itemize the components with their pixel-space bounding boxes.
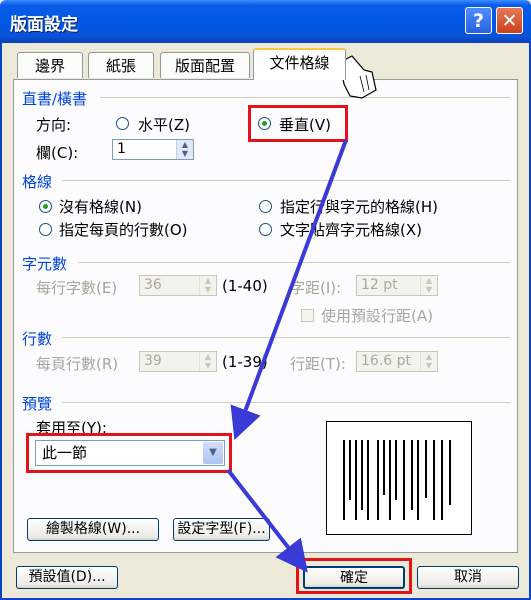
lines-per-page-count-label: 每頁行數(R) bbox=[36, 355, 119, 373]
draw-grid-button[interactable]: 繪製格線(W)... bbox=[27, 518, 159, 541]
spin-arrows-icon[interactable]: ▲ ▼ bbox=[176, 140, 193, 159]
tab-paper[interactable]: 紙張 bbox=[88, 52, 154, 78]
window-title: 版面設定 bbox=[10, 15, 78, 35]
ok-highlight-box bbox=[296, 558, 412, 594]
spin-arrows-icon[interactable]: ▲ ▼ bbox=[199, 352, 216, 371]
close-button[interactable]: ✕ bbox=[496, 7, 523, 34]
group-divider bbox=[100, 97, 510, 98]
snap-to-chars-label[interactable]: 文字貼齊字元格線(X) bbox=[280, 219, 422, 240]
cancel-button[interactable]: 取消 bbox=[417, 566, 519, 589]
vertical-highlight-box bbox=[248, 105, 348, 142]
tab-layout[interactable]: 版面配置 bbox=[160, 52, 250, 78]
chars-per-line-range: (1-40) bbox=[222, 277, 268, 295]
default-pitch-checkbox[interactable] bbox=[301, 309, 314, 322]
columns-stepper[interactable]: 1 ▲ ▼ bbox=[112, 139, 194, 160]
grid-group-title: 格線 bbox=[22, 173, 53, 191]
set-font-button[interactable]: 設定字型(F)... bbox=[173, 518, 270, 541]
default-pitch-label[interactable]: 使用預設行距(A) bbox=[321, 305, 433, 326]
horizontal-radio[interactable] bbox=[116, 117, 129, 130]
char-pitch-value: 12 pt bbox=[361, 277, 398, 293]
tab-document-grid[interactable]: 文件格線 bbox=[253, 48, 346, 80]
spin-arrows-icon[interactable]: ▲ ▼ bbox=[420, 276, 437, 295]
columns-label: 欄(C): bbox=[36, 144, 79, 162]
group-divider bbox=[62, 337, 510, 338]
chars-per-line-label: 每行字數(E) bbox=[36, 279, 118, 297]
apply-to-highlight-box bbox=[26, 433, 232, 473]
lines-per-page-range: (1-39) bbox=[222, 353, 268, 371]
columns-value: 1 bbox=[117, 141, 126, 157]
help-button[interactable]: ? bbox=[465, 7, 492, 34]
lines-per-page-radio[interactable] bbox=[39, 223, 52, 236]
lines-group-title: 行數 bbox=[22, 330, 53, 348]
default-button[interactable]: 預設值(D)... bbox=[16, 566, 118, 589]
horizontal-label[interactable]: 水平(Z) bbox=[138, 114, 190, 135]
title-bar: 版面設定 ? ✕ bbox=[0, 0, 531, 43]
direction-label: 方向: bbox=[36, 116, 72, 134]
line-pitch-value: 16.6 pt bbox=[361, 353, 411, 369]
chars-per-line-value: 36 bbox=[144, 277, 162, 293]
group-divider bbox=[78, 262, 510, 263]
lines-and-chars-radio[interactable] bbox=[259, 200, 272, 213]
char-pitch-stepper[interactable]: 12 pt ▲ ▼ bbox=[356, 275, 438, 296]
tab-margins[interactable]: 邊界 bbox=[17, 52, 83, 78]
no-grid-label[interactable]: 沒有格線(N) bbox=[59, 196, 142, 217]
chars-per-line-stepper[interactable]: 36 ▲ ▼ bbox=[139, 275, 217, 296]
lines-and-chars-label[interactable]: 指定行與字元的格線(H) bbox=[280, 196, 438, 217]
line-pitch-label: 行距(T): bbox=[290, 355, 346, 373]
lines-per-page-stepper[interactable]: 39 ▲ ▼ bbox=[139, 351, 217, 372]
direction-group-title: 直書/橫書 bbox=[22, 90, 88, 108]
lines-per-page-label[interactable]: 指定每頁的行數(O) bbox=[59, 219, 188, 240]
char-pitch-label: 字距(I): bbox=[290, 279, 342, 297]
lines-per-page-value: 39 bbox=[144, 353, 162, 369]
group-divider bbox=[62, 402, 510, 403]
preview-group-title: 預覽 bbox=[22, 395, 53, 413]
spin-arrows-icon[interactable]: ▲ ▼ bbox=[420, 352, 437, 371]
page-preview bbox=[326, 421, 472, 535]
spin-arrows-icon[interactable]: ▲ ▼ bbox=[199, 276, 216, 295]
chars-group-title: 字元數 bbox=[22, 255, 68, 273]
no-grid-radio[interactable] bbox=[39, 200, 52, 213]
snap-to-chars-radio[interactable] bbox=[259, 223, 272, 236]
group-divider bbox=[62, 180, 510, 181]
line-pitch-stepper[interactable]: 16.6 pt ▲ ▼ bbox=[356, 351, 438, 372]
